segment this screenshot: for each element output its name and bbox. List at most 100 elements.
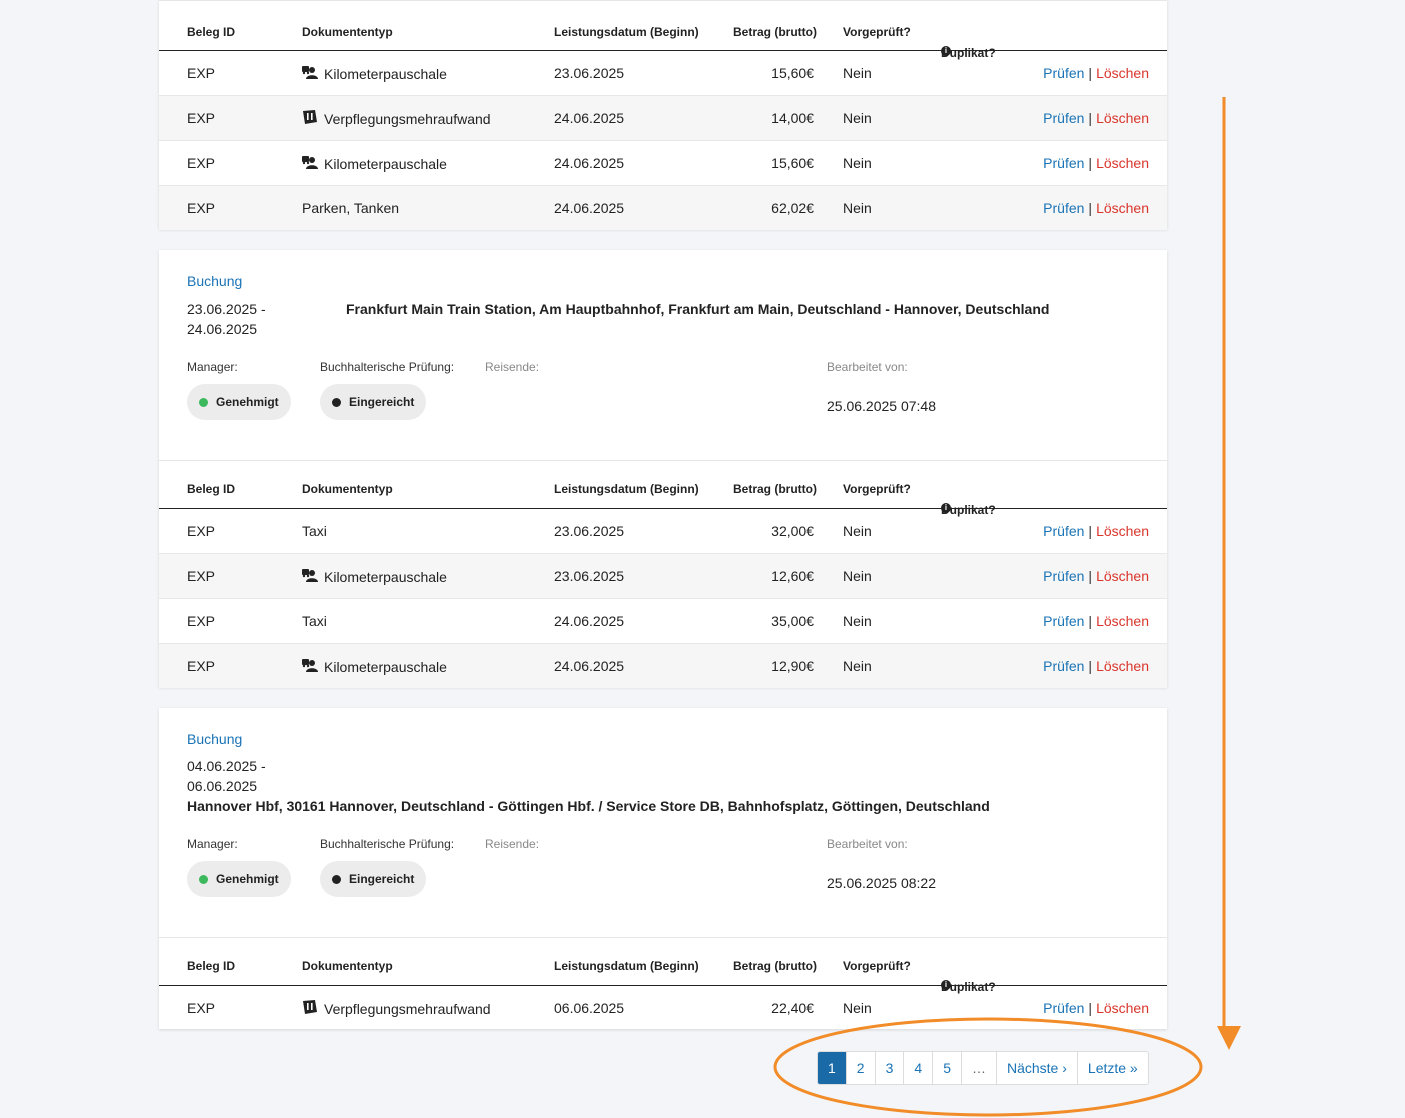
cell-type-label: Kilometerpauschale — [324, 65, 447, 82]
col-header-id: Beleg ID — [187, 25, 236, 39]
booking-date-end: 06.06.2025 — [187, 778, 258, 794]
col-header-amount: Betrag (brutto) — [733, 25, 817, 39]
booking-header: Buchung 04.06.2025 - 06.06.2025 Hannover… — [159, 708, 1167, 938]
page-4-button[interactable]: 4 — [904, 1052, 934, 1084]
booking-dates: 04.06.2025 - 06.06.2025 — [187, 756, 266, 796]
check-link[interactable]: Prüfen — [1043, 658, 1084, 674]
booking-route: Frankfurt Main Train Station, Am Hauptba… — [346, 301, 1050, 317]
cell-amount: 15,60€ — [771, 155, 814, 171]
cell-type: Taxi — [302, 613, 327, 629]
booking-date-start: 23.06.2025 - — [187, 301, 266, 317]
pagination: 1 2 3 4 5… Nächste › Letzte » — [817, 1051, 1149, 1085]
cell-type: Verpflegungsmehraufwand — [302, 110, 491, 127]
cell-type: Taxi — [302, 523, 327, 539]
table-row: EXP Taxi 24.06.2025 35,00€ Nein Prüfen | Lösche… — [159, 599, 1167, 644]
accounting-label: Buchhalterische Prüfung: — [320, 837, 455, 851]
last-page-button[interactable]: Letzte » — [1078, 1052, 1148, 1084]
page-3-button[interactable]: 3 — [876, 1052, 905, 1084]
check-link[interactable]: Prüfen — [1043, 200, 1084, 216]
booking-card-2: Buchung 04.06.2025 - 06.06.2025 Hannover… — [159, 708, 1167, 1029]
car-people-icon — [302, 658, 318, 675]
cell-type-label: Verpflegungsmehraufwand — [324, 110, 491, 127]
delete-link[interactable]: Löschen — [1096, 658, 1149, 674]
cell-actions: Prüfen | Löschen — [1043, 155, 1149, 171]
table-row: EXP Kilometerpauschale 23.06.2025 12,60€ Nei… — [159, 554, 1167, 599]
delete-link[interactable]: Löschen — [1096, 568, 1149, 584]
col-header-id: Beleg ID — [187, 959, 236, 973]
cell-date: 24.06.2025 — [554, 110, 625, 126]
expense-card-top: Beleg ID Dokumententyp Leistungsdatum (B… — [159, 0, 1167, 230]
cell-actions: Prüfen | Löschen — [1043, 568, 1149, 584]
cell-prechecked: Nein — [843, 658, 872, 674]
action-separator: | — [1088, 523, 1093, 539]
travelers-label: Reisende: — [485, 360, 540, 374]
cell-type-label: Kilometerpauschale — [324, 658, 447, 675]
col-header-date: Leistungsdatum (Beginn) — [554, 959, 699, 973]
col-header-type: Dokumententyp — [302, 959, 393, 973]
cell-id: EXP — [187, 110, 216, 126]
cell-id: EXP — [187, 1000, 216, 1016]
col-header-amount: Betrag (brutto) — [733, 482, 817, 496]
manager-status: Genehmigt — [216, 872, 279, 886]
table-row: EXP Kilometerpauschale 24.06.2025 15,60€ Nei… — [159, 141, 1167, 186]
cell-type: Kilometerpauschale — [302, 155, 447, 172]
page-2-button[interactable]: 2 — [847, 1052, 876, 1084]
cell-type-label: Verpflegungsmehraufwand — [324, 1000, 491, 1017]
table-row: EXP Verpflegungsmehraufwand 06.06.2025 22,4… — [159, 986, 1167, 1030]
cell-prechecked: Nein — [843, 613, 872, 629]
check-link[interactable]: Prüfen — [1043, 1000, 1084, 1016]
manager-label: Manager: — [187, 360, 238, 374]
cell-prechecked: Nein — [843, 200, 872, 216]
cell-date: 24.06.2025 — [554, 200, 625, 216]
edited-label: Bearbeitet von: — [827, 360, 908, 374]
check-link[interactable]: Prüfen — [1043, 65, 1084, 81]
delete-link[interactable]: Löschen — [1096, 155, 1149, 171]
manager-status-badge: Genehmigt — [187, 861, 291, 897]
booking-date-start: 04.06.2025 - — [187, 758, 266, 774]
booking-dates: 23.06.2025 - 24.06.2025 — [187, 299, 266, 339]
page-1-button[interactable]: 1 — [818, 1052, 847, 1084]
cell-type: Kilometerpauschale — [302, 568, 447, 585]
cell-amount: 12,60€ — [771, 568, 814, 584]
check-link[interactable]: Prüfen — [1043, 613, 1084, 629]
cell-date: 24.06.2025 — [554, 155, 625, 171]
col-header-id: Beleg ID — [187, 482, 236, 496]
cell-type: Kilometerpauschale — [302, 658, 447, 675]
cell-date: 23.06.2025 — [554, 523, 625, 539]
action-separator: | — [1088, 110, 1093, 126]
status-dot-submitted — [332, 874, 341, 884]
cell-prechecked: Nein — [843, 523, 872, 539]
cell-amount: 32,00€ — [771, 523, 814, 539]
booking-label[interactable]: Buchung — [187, 273, 242, 289]
check-link[interactable]: Prüfen — [1043, 568, 1084, 584]
delete-link[interactable]: Löschen — [1096, 110, 1149, 126]
check-link[interactable]: Prüfen — [1043, 155, 1084, 171]
delete-link[interactable]: Löschen — [1096, 523, 1149, 539]
delete-link[interactable]: Löschen — [1096, 65, 1149, 81]
car-people-icon — [302, 65, 318, 82]
col-header-type: Dokumententyp — [302, 25, 393, 39]
table-row: EXP Parken, Tanken 24.06.2025 62,02€ Nein Prü… — [159, 186, 1167, 230]
cell-actions: Prüfen | Löschen — [1043, 65, 1149, 81]
accounting-status: Eingereicht — [349, 395, 415, 409]
cell-id: EXP — [187, 523, 216, 539]
check-link[interactable]: Prüfen — [1043, 110, 1084, 126]
status-dot-approved — [199, 874, 208, 884]
cell-actions: Prüfen | Löschen — [1043, 200, 1149, 216]
cell-type-label: Taxi — [302, 523, 327, 539]
page-5-button[interactable]: 5 — [933, 1052, 962, 1084]
table-body: EXP Kilometerpauschale 23.06.2025 15,60€ Nei… — [159, 51, 1167, 230]
accounting-status-badge: Eingereicht — [320, 384, 427, 420]
delete-link[interactable]: Löschen — [1096, 200, 1149, 216]
delete-link[interactable]: Löschen — [1096, 613, 1149, 629]
check-link[interactable]: Prüfen — [1043, 523, 1084, 539]
booking-label[interactable]: Buchung — [187, 731, 242, 747]
edited-value: 25.06.2025 07:48 — [827, 398, 936, 414]
manager-status-badge: Genehmigt — [187, 384, 291, 420]
next-page-button[interactable]: Nächste › — [997, 1052, 1078, 1084]
action-separator: | — [1088, 1000, 1093, 1016]
delete-link[interactable]: Löschen — [1096, 1000, 1149, 1016]
car-people-icon — [302, 155, 318, 172]
action-separator: | — [1088, 613, 1093, 629]
action-separator: | — [1088, 200, 1093, 216]
